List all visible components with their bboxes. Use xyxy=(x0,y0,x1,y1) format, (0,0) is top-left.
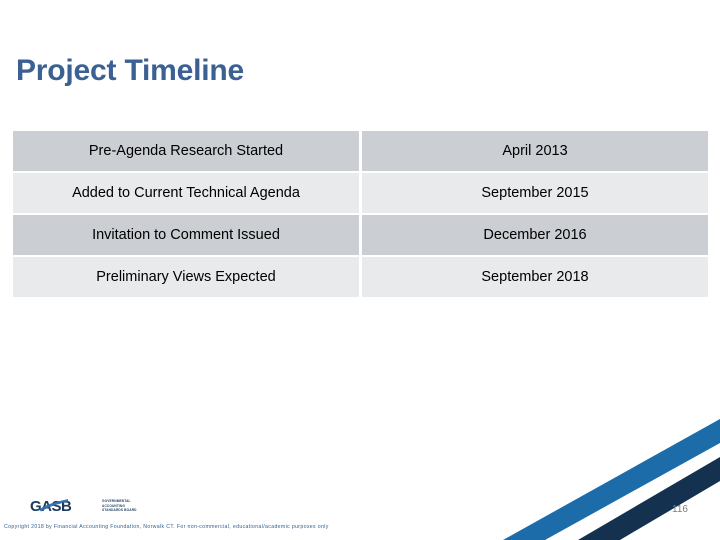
table-row: Added to Current Technical Agenda Septem… xyxy=(13,173,708,213)
navy-stripe xyxy=(578,457,720,540)
timeline-event-cell: Invitation to Comment Issued xyxy=(13,215,359,255)
timeline-date-cell: September 2018 xyxy=(362,257,708,297)
timeline-event-cell: Added to Current Technical Agenda xyxy=(13,173,359,213)
table-row: Invitation to Comment Issued December 20… xyxy=(13,215,708,255)
gasb-logo: GASB GOVERNMENTAL ACCOUNTING STANDARDS B… xyxy=(30,496,137,516)
slide-canvas: Project Timeline Pre-Agenda Research Sta… xyxy=(0,0,720,540)
page-title: Project Timeline xyxy=(16,54,244,87)
page-number: 116 xyxy=(672,504,688,515)
timeline-event-cell: Preliminary Views Expected xyxy=(13,257,359,297)
copyright-notice: Copyright 2018 by Financial Accounting F… xyxy=(4,524,329,530)
table-body: Pre-Agenda Research Started April 2013 A… xyxy=(13,131,708,297)
table-row: Preliminary Views Expected September 201… xyxy=(13,257,708,297)
project-timeline-table: Pre-Agenda Research Started April 2013 A… xyxy=(10,129,711,299)
timeline-date-cell: September 2015 xyxy=(362,173,708,213)
table-row: Pre-Agenda Research Started April 2013 xyxy=(13,131,708,171)
timeline-date-cell: December 2016 xyxy=(362,215,708,255)
bright-blue-stripe xyxy=(503,419,720,540)
gasb-tagline-line-3: STANDARDS BOARD xyxy=(102,508,137,513)
gasb-logo-tagline: GOVERNMENTAL ACCOUNTING STANDARDS BOARD xyxy=(102,499,137,512)
timeline-date-cell: April 2013 xyxy=(362,131,708,171)
gasb-logo-mark: GASB xyxy=(30,498,73,515)
timeline-event-cell: Pre-Agenda Research Started xyxy=(13,131,359,171)
